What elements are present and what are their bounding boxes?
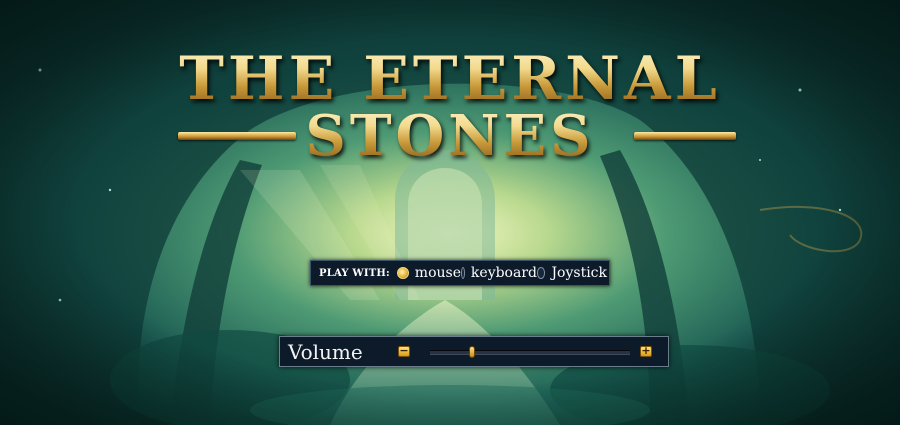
mouse-option-label: mouse [414,265,461,281]
joystick-radio[interactable] [537,267,546,279]
mouse-option[interactable]: mouse [397,265,461,281]
keyboard-option[interactable]: keyboard [461,265,537,281]
mouse-radio[interactable] [397,267,409,279]
volume-panel: Volume − + [279,336,669,367]
volume-slider-track[interactable] [430,346,630,358]
keyboard-radio[interactable] [461,267,465,279]
joystick-option[interactable]: Joystick [537,265,607,281]
play-with-panel: PLAY WITH: mouse keyboard Joystick [310,260,610,286]
volume-slider-handle[interactable] [469,346,475,358]
volume-label: Volume [288,340,363,364]
volume-minus-icon[interactable]: − [398,345,410,357]
joystick-option-label: Joystick [551,265,607,281]
play-with-label: PLAY WITH: [319,267,390,279]
volume-plus-icon[interactable]: + [640,345,652,357]
keyboard-option-label: keyboard [470,265,537,281]
game-title-line2: STONES [0,104,900,168]
